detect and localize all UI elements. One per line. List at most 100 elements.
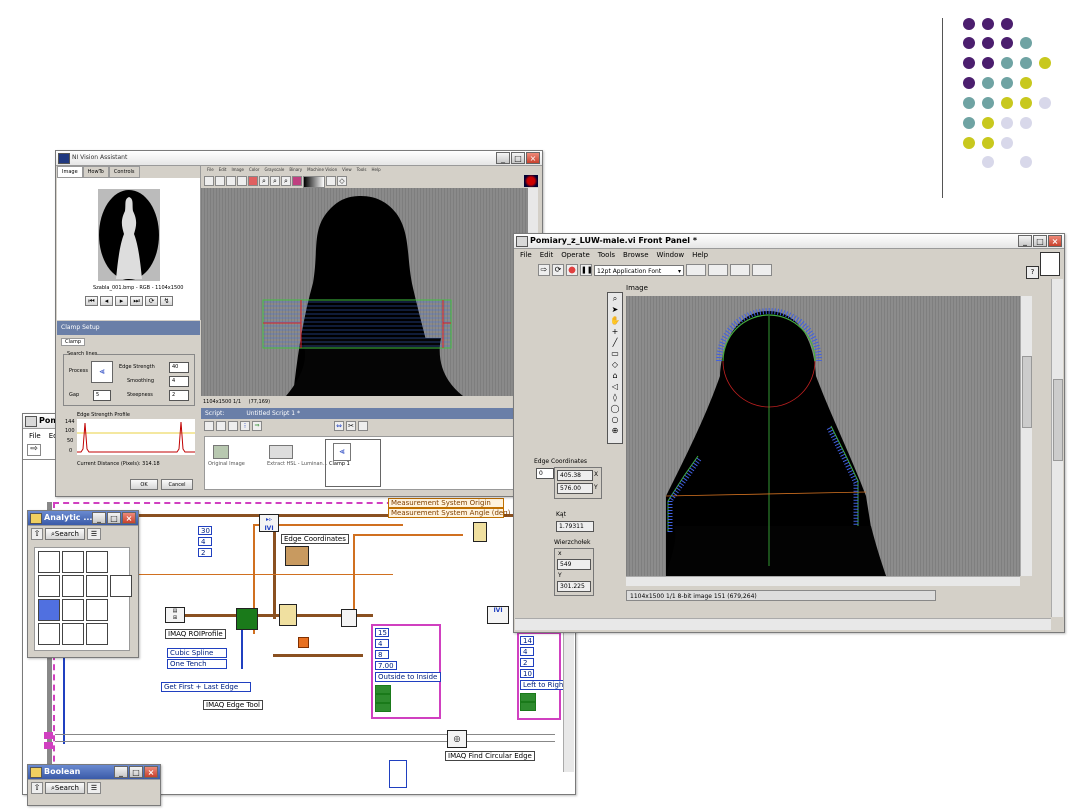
- process-selector-icon[interactable]: ⫷: [91, 361, 113, 383]
- diamond-tool-2-icon[interactable]: ◇: [612, 359, 618, 370]
- palette-item-13-icon[interactable]: [86, 623, 108, 645]
- ivi-node-icon[interactable]: ▸▹ IVI: [259, 514, 279, 532]
- bp-options-icon[interactable]: ☰: [87, 782, 101, 794]
- run-once-icon[interactable]: ⁝: [240, 421, 250, 431]
- palette-item-10-icon[interactable]: [86, 599, 108, 621]
- gradient-swatch[interactable]: [303, 176, 325, 188]
- constant-2[interactable]: 2: [198, 548, 212, 557]
- bp-maximize-button[interactable]: □: [129, 766, 143, 778]
- enum-left-to-right[interactable]: Left to Right: [520, 680, 566, 690]
- ivi-node-2-icon[interactable]: IVI: [487, 606, 509, 624]
- bp-search-button[interactable]: ⌕Search: [45, 782, 85, 794]
- run-arrow-icon[interactable]: ⇨: [27, 444, 41, 456]
- xy-bundle-node-icon[interactable]: [473, 522, 487, 542]
- rotated-rect-tool-icon[interactable]: ◊: [613, 392, 617, 403]
- constant-7[interactable]: 7.00: [375, 661, 397, 670]
- palette-item-12-icon[interactable]: [62, 623, 84, 645]
- va-menu-binary[interactable]: Binary: [289, 165, 302, 175]
- va-menu-view[interactable]: View: [342, 165, 352, 175]
- constant-4b[interactable]: 4: [375, 639, 389, 648]
- va-menu-edit[interactable]: Edit: [219, 165, 227, 175]
- menu-file[interactable]: File: [29, 431, 41, 441]
- bool-const-3[interactable]: [375, 703, 391, 712]
- edge-tool-node-icon[interactable]: [236, 608, 258, 630]
- prev-step-icon[interactable]: ⇔: [334, 421, 344, 431]
- close-button[interactable]: ×: [526, 152, 540, 164]
- step-extract-hsl[interactable]: Extract HSL - Luminan...: [267, 461, 328, 467]
- diagram-right-scrollbar[interactable]: [563, 632, 574, 772]
- front-panel-titlebar[interactable]: Pomiary_z_LUW-male.vi Front Panel * _ □ ×: [514, 234, 1064, 249]
- first-image-button[interactable]: ⏮: [85, 296, 98, 306]
- va-menu-file[interactable]: File: [207, 165, 214, 175]
- bp-minimize-button[interactable]: _: [114, 766, 128, 778]
- steepness-input[interactable]: 2: [169, 390, 189, 401]
- maximize-button[interactable]: □: [511, 152, 525, 164]
- save-icon[interactable]: [215, 176, 225, 186]
- align-icon[interactable]: [686, 264, 706, 276]
- step-original-image[interactable]: Original Image: [208, 461, 245, 467]
- bool-const-4[interactable]: [520, 693, 536, 702]
- palette-item-1-icon[interactable]: [38, 551, 60, 573]
- step-clamp[interactable]: Clamp 1: [329, 461, 350, 467]
- boolean-palette-titlebar[interactable]: Boolean _ □ ×: [28, 765, 160, 780]
- bp-up-icon[interactable]: ⇧: [31, 782, 43, 794]
- bool-const-1[interactable]: [375, 685, 391, 694]
- camera-icon[interactable]: [237, 176, 247, 186]
- ap-options-icon[interactable]: ☰: [87, 528, 101, 540]
- ap-up-icon[interactable]: ⇧: [31, 528, 43, 540]
- fp-window-scroll-thumb[interactable]: [1053, 379, 1063, 461]
- palette-item-4-icon[interactable]: [38, 575, 60, 597]
- bundle-node-icon[interactable]: [279, 604, 297, 626]
- fp-image-vscroll[interactable]: [1020, 296, 1032, 576]
- zoom-fit-icon[interactable]: ⌕: [281, 176, 291, 186]
- palette-item-11-icon[interactable]: [38, 623, 60, 645]
- freehand-tool-icon[interactable]: ◁: [612, 381, 618, 392]
- enum-one-tench[interactable]: One Tench: [167, 659, 227, 669]
- tab-howto[interactable]: HowTo: [82, 166, 109, 178]
- palette-item-9-icon[interactable]: [62, 599, 84, 621]
- fp-menu-file[interactable]: File: [520, 250, 532, 260]
- polygon-tool-icon[interactable]: ⌂: [612, 370, 617, 381]
- last-image-button[interactable]: ⏭: [130, 296, 143, 306]
- enum-outside-inside[interactable]: Outside to Inside: [375, 672, 441, 682]
- fp-pause-icon[interactable]: ❚❚: [580, 264, 593, 276]
- fp-image-hscroll[interactable]: [626, 576, 1020, 586]
- fp-run-continuous-icon[interactable]: ⟳: [552, 264, 564, 276]
- va-menu-tools[interactable]: Tools: [357, 165, 367, 175]
- copy-icon[interactable]: [358, 421, 368, 431]
- vision-assistant-titlebar[interactable]: NI Vision Assistant _ □ ×: [56, 151, 542, 166]
- fp-menu-edit[interactable]: Edit: [540, 250, 554, 260]
- diamond-tool-icon[interactable]: ◇: [337, 176, 347, 186]
- analytic-palette-titlebar[interactable]: Analytic ... _ □ ×: [28, 511, 138, 526]
- gap-input[interactable]: 5: [93, 390, 111, 401]
- tab-image[interactable]: Image: [57, 166, 83, 178]
- bp-close-button[interactable]: ×: [144, 766, 158, 778]
- va-thumbnail[interactable]: [98, 189, 160, 281]
- minimize-button[interactable]: _: [496, 152, 510, 164]
- va-menu-grayscale[interactable]: Grayscale: [264, 165, 284, 175]
- palette-icon[interactable]: [292, 176, 302, 186]
- constant-4c[interactable]: 4: [520, 647, 534, 656]
- palette-item-2-icon[interactable]: [62, 551, 84, 573]
- fp-menu-window[interactable]: Window: [657, 250, 685, 260]
- fp-run-icon[interactable]: ⇨: [538, 264, 550, 276]
- va-menu-machine-vision[interactable]: Machine Vision: [307, 165, 337, 175]
- constant-2b[interactable]: 2: [520, 658, 534, 667]
- fp-close-button[interactable]: ×: [1048, 235, 1062, 247]
- bool-const-5[interactable]: [520, 702, 536, 711]
- roi-profile-icon[interactable]: ▤ ⊞: [165, 607, 185, 623]
- ap-search-button[interactable]: ⌕Search: [45, 528, 85, 540]
- tab-controls[interactable]: Controls: [108, 166, 140, 178]
- palette-item-6-icon[interactable]: [86, 575, 108, 597]
- fp-menu-browse[interactable]: Browse: [623, 250, 649, 260]
- hand-tool-icon[interactable]: ✋: [610, 315, 620, 326]
- fp-image-display[interactable]: [626, 296, 1020, 576]
- cut-icon[interactable]: ✂: [346, 421, 356, 431]
- refresh-button[interactable]: ⟳: [145, 296, 158, 306]
- edge-strength-input[interactable]: 40: [169, 362, 189, 373]
- tab-clamp[interactable]: Clamp: [61, 338, 85, 346]
- acquire-button[interactable]: ↯: [160, 296, 173, 306]
- constant-14[interactable]: 14: [520, 636, 534, 645]
- print-icon[interactable]: [226, 176, 236, 186]
- va-menu-image[interactable]: Image: [231, 165, 244, 175]
